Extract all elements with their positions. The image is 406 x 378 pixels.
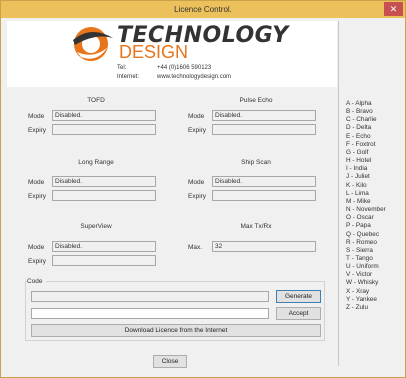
- close-icon[interactable]: ✕: [384, 2, 403, 16]
- long-range-mode-field: Disabled.: [52, 176, 156, 187]
- generate-button[interactable]: Generate: [276, 290, 321, 303]
- phonetic-alphabet-list: A - Alpha B - Bravo C - Charlie D - Delt…: [346, 100, 386, 312]
- phonetic-item: V - Victor: [346, 271, 373, 279]
- pulse-echo-title: Pulse Echo: [239, 97, 273, 104]
- max-txrx-title: Max Tx/Rx: [240, 223, 272, 230]
- superview-expiry-field: [52, 255, 156, 266]
- tofd-mode-label: Mode: [28, 113, 45, 120]
- superview-mode-label: Mode: [28, 244, 45, 251]
- title-bar[interactable]: Licence Control. ✕: [1, 1, 405, 18]
- phonetic-item: C - Charlie: [346, 116, 377, 124]
- long-range-mode-label: Mode: [28, 179, 45, 186]
- licence-control-window: Licence Control. ✕ TECHNOLOGY DESIGN Tel…: [0, 0, 406, 378]
- phonetic-item: E - Echo: [346, 132, 371, 140]
- superview-expiry-label: Expiry: [28, 258, 47, 265]
- phonetic-item: H - Hotel: [346, 157, 372, 165]
- company-logo: TECHNOLOGY DESIGN Tel: +44 (0)1606 59012…: [7, 21, 337, 87]
- phonetic-item: Q - Quebec: [346, 230, 380, 238]
- phonetic-item: L - Lima: [346, 189, 369, 197]
- phonetic-item: X - Xray: [346, 287, 370, 295]
- ship-scan-title: Ship Scan: [241, 159, 271, 166]
- logo-word-design: DESIGN: [119, 42, 189, 62]
- phonetic-item: B - Bravo: [346, 108, 373, 116]
- phonetic-item: D - Delta: [346, 124, 372, 132]
- pulse-echo-mode-label: Mode: [188, 113, 205, 120]
- phonetic-item: G - Golf: [346, 148, 369, 156]
- phonetic-item: F - Foxtrot: [346, 140, 376, 148]
- ship-scan-group: Ship Scan Mode Disabled. Expiry: [188, 159, 324, 211]
- window-title: Licence Control.: [174, 5, 232, 14]
- phonetic-item: K - Kilo: [346, 181, 367, 189]
- internet-value: www.technologydesign.com: [157, 74, 232, 80]
- long-range-group: Long Range Mode Disabled. Expiry: [28, 159, 164, 211]
- max-txrx-field: 32: [212, 241, 316, 252]
- pulse-echo-group: Pulse Echo Mode Disabled. Expiry: [188, 97, 324, 149]
- phonetic-item: U - Uniform: [346, 263, 379, 271]
- phonetic-item: W - Whisky: [346, 279, 379, 287]
- phonetic-item: J - Juliet: [346, 173, 370, 181]
- phonetic-item: N - November: [346, 206, 386, 214]
- superview-group: SuperView Mode Disabled. Expiry: [28, 223, 164, 275]
- pulse-echo-expiry-field: [212, 124, 316, 135]
- phonetic-item: R - Romeo: [346, 238, 377, 246]
- phonetic-item: A - Alpha: [346, 100, 372, 107]
- phonetic-item: P - Papa: [346, 222, 371, 230]
- long-range-title: Long Range: [78, 159, 114, 166]
- ship-scan-expiry-label: Expiry: [188, 193, 207, 200]
- panel-separator: [338, 21, 339, 366]
- close-button[interactable]: Close: [153, 355, 187, 368]
- accept-button[interactable]: Accept: [276, 307, 321, 320]
- superview-mode-field: Disabled.: [52, 241, 156, 252]
- phonetic-item: Y - Yankee: [346, 295, 377, 303]
- tel-label: Tel:: [117, 65, 127, 71]
- tofd-expiry-field: [52, 124, 156, 135]
- ship-scan-mode-label: Mode: [188, 179, 205, 186]
- licence-code-input[interactable]: [31, 308, 269, 319]
- max-label: Max.: [188, 244, 203, 251]
- download-licence-button[interactable]: Download Licence from the Internet: [31, 324, 321, 337]
- pulse-echo-expiry-label: Expiry: [188, 127, 207, 134]
- internet-label: Internet:: [117, 74, 140, 80]
- tofd-group: TOFD Mode Disabled. Expiry: [28, 97, 164, 149]
- tofd-title: TOFD: [87, 97, 105, 104]
- long-range-expiry-field: [52, 190, 156, 201]
- ship-scan-mode-field: Disabled.: [212, 176, 316, 187]
- tel-value: +44 (0)1606 590123: [157, 65, 212, 71]
- ship-scan-expiry-field: [212, 190, 316, 201]
- max-txrx-group: Max Tx/Rx Max. 32: [188, 223, 324, 263]
- logo-swirl-icon: [73, 27, 113, 61]
- pulse-echo-mode-field: Disabled.: [212, 110, 316, 121]
- phonetic-item: I - India: [346, 165, 368, 173]
- code-display-field: [31, 291, 269, 302]
- tofd-expiry-label: Expiry: [28, 127, 47, 134]
- phonetic-item: O - Oscar: [346, 214, 374, 222]
- phonetic-item: S - Sierra: [346, 246, 373, 254]
- phonetic-item: T - Tango: [346, 254, 373, 262]
- phonetic-item: M - Mike: [346, 197, 371, 205]
- phonetic-item: Z - Zulu: [346, 303, 369, 311]
- tofd-mode-field: Disabled.: [52, 110, 156, 121]
- superview-title: SuperView: [80, 223, 112, 230]
- code-label: Code: [27, 278, 46, 285]
- long-range-expiry-label: Expiry: [28, 193, 47, 200]
